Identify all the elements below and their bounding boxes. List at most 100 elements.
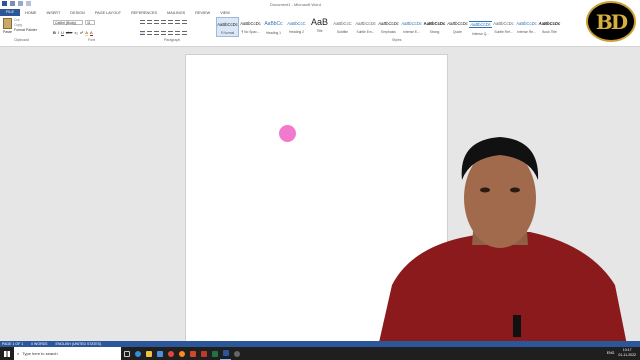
style-subtitle[interactable]: AaBbCcC Subtitle <box>331 17 354 37</box>
strikethrough-button[interactable]: abc <box>66 30 72 36</box>
multilevel-list-icon[interactable] <box>154 20 159 24</box>
borders-icon[interactable] <box>182 31 187 35</box>
clock-date: 01-11-2022 <box>618 352 636 357</box>
align-right-icon[interactable] <box>154 31 159 35</box>
style-sample: AaBbCcDc <box>378 21 399 26</box>
mouse-cursor-highlight <box>279 125 296 142</box>
task-view-icon[interactable] <box>121 347 132 360</box>
tab-page-layout[interactable]: PAGE LAYOUT <box>90 11 126 15</box>
style-title[interactable]: AaB Title <box>308 17 331 37</box>
excel-icon[interactable] <box>209 347 220 360</box>
style-emphasis[interactable]: AaBbCcDc Emphasis <box>377 17 400 37</box>
undo-icon[interactable] <box>18 1 23 6</box>
increase-indent-icon[interactable] <box>168 20 173 24</box>
style-name: Subtle Em... <box>356 30 375 34</box>
bold-button[interactable]: B <box>53 30 56 36</box>
style-intense-emphasis[interactable]: AaBbCcDc Intense E... <box>400 17 423 37</box>
style-intense-quote[interactable]: AaBbCcDc Intense Q... <box>469 17 492 37</box>
style-name: ¶ Normal <box>220 31 235 35</box>
taskbar-search[interactable]: ⌕ Type here to search <box>14 347 121 360</box>
show-marks-icon[interactable] <box>182 20 187 24</box>
title-bar: Document1 - Microsoft Word <box>0 0 640 9</box>
superscript-button[interactable]: x² <box>80 30 83 36</box>
sort-icon[interactable] <box>175 20 180 24</box>
redo-icon[interactable] <box>26 1 31 6</box>
word-taskbar-icon[interactable] <box>220 347 231 360</box>
style-sample: AaBbCcC <box>333 21 352 26</box>
bullets-icon[interactable] <box>140 20 145 24</box>
firefox-icon[interactable] <box>176 347 187 360</box>
style-normal[interactable]: AaBbCcDc ¶ Normal <box>216 17 239 37</box>
subscript-button[interactable]: x₂ <box>74 30 78 36</box>
clock[interactable]: 10:17 01-11-2022 <box>618 348 636 357</box>
style-book-title[interactable]: AaBbCcDc Book Title <box>538 17 561 37</box>
shading-icon[interactable] <box>175 31 180 35</box>
tab-file[interactable]: FILE <box>0 9 21 16</box>
style-heading-1[interactable]: AaBbCc Heading 1 <box>262 17 285 37</box>
copy-button[interactable]: Copy <box>14 23 22 27</box>
tab-references[interactable]: REFERENCES <box>126 11 162 15</box>
tab-insert[interactable]: INSERT <box>41 11 65 15</box>
edge-icon[interactable] <box>132 347 143 360</box>
style-name: Subtitle <box>337 30 348 34</box>
system-tray: ENG 10:17 01-11-2022 <box>607 348 636 357</box>
font-name-select[interactable]: Calibri (Body) <box>53 20 83 25</box>
justify-icon[interactable] <box>161 31 166 35</box>
style-sample: AaB <box>310 17 328 27</box>
format-painter-button[interactable]: Format Painter <box>14 28 37 32</box>
style-name: Emphasis <box>381 30 396 34</box>
italic-button[interactable]: I <box>58 30 59 36</box>
cut-button[interactable]: Cut <box>14 18 19 22</box>
chrome-icon[interactable] <box>165 347 176 360</box>
style-sample: AaBbCc <box>264 21 283 27</box>
tab-design[interactable]: DESIGN <box>65 11 90 15</box>
style-name: Intense E... <box>403 30 420 34</box>
align-left-icon[interactable] <box>140 31 145 35</box>
ribbon-tabs: FILE HOME INSERT DESIGN PAGE LAYOUT REFE… <box>0 9 640 16</box>
style-heading-2[interactable]: AaBbCcC Heading 2 <box>285 17 308 37</box>
window-title: Document1 - Microsoft Word <box>270 2 321 7</box>
start-button[interactable] <box>0 347 14 360</box>
language-indicator[interactable]: ENGLISH (UNITED STATES) <box>55 342 101 346</box>
powerpoint-icon[interactable] <box>187 347 198 360</box>
language-badge[interactable]: ENG <box>607 351 615 355</box>
tab-home[interactable]: HOME <box>20 11 41 15</box>
text-highlight-button[interactable]: A <box>85 30 88 36</box>
file-explorer-icon[interactable] <box>143 347 154 360</box>
numbering-icon[interactable] <box>147 20 152 24</box>
style-quote[interactable]: AaBbCcDc Quote <box>446 17 469 37</box>
style-name: Subtle Ref... <box>494 30 513 34</box>
word-count[interactable]: 0 WORDS <box>31 342 47 346</box>
style-sample: AaBbCcDc <box>516 21 537 26</box>
page-count[interactable]: PAGE 1 OF 1 <box>2 342 23 346</box>
style-name: ¶ No Spac... <box>241 30 260 34</box>
font-size-select[interactable]: 11 <box>85 20 95 25</box>
store-icon[interactable] <box>154 347 165 360</box>
line-spacing-icon[interactable] <box>168 31 173 35</box>
style-no-spacing[interactable]: AaBbCcDc ¶ No Spac... <box>239 17 262 37</box>
style-sample: AaBbCcDc <box>469 21 492 28</box>
decrease-indent-icon[interactable] <box>161 20 166 24</box>
font-color-button[interactable]: A <box>89 30 93 36</box>
style-name: Strong <box>429 30 440 34</box>
tab-mailings[interactable]: MAILINGS <box>162 11 190 15</box>
style-sample: AaBbCcDc <box>401 21 422 26</box>
paste-button[interactable]: Paste <box>3 30 12 34</box>
style-intense-reference[interactable]: AaBbCcDc Intense Re... <box>515 17 538 37</box>
style-strong[interactable]: AaBbCcDc Strong <box>423 17 446 37</box>
media-icon[interactable] <box>231 347 242 360</box>
style-name: Heading 2 <box>288 30 305 34</box>
underline-button[interactable]: U <box>61 30 64 36</box>
paste-icon[interactable] <box>3 18 12 29</box>
tab-review[interactable]: REVIEW <box>190 11 215 15</box>
align-center-icon[interactable] <box>147 31 152 35</box>
save-icon[interactable] <box>10 1 15 6</box>
tab-view[interactable]: VIEW <box>215 11 235 15</box>
word-icon <box>2 1 7 6</box>
style-sample: AaBbCcDc <box>240 21 261 26</box>
style-subtle-emphasis[interactable]: AaBbCcDc Subtle Em... <box>354 17 377 37</box>
document-page[interactable] <box>185 54 448 344</box>
style-subtle-reference[interactable]: AaBbCcDc Subtle Ref... <box>492 17 515 37</box>
app-icon[interactable] <box>198 347 209 360</box>
search-placeholder: Type here to search <box>22 351 58 356</box>
